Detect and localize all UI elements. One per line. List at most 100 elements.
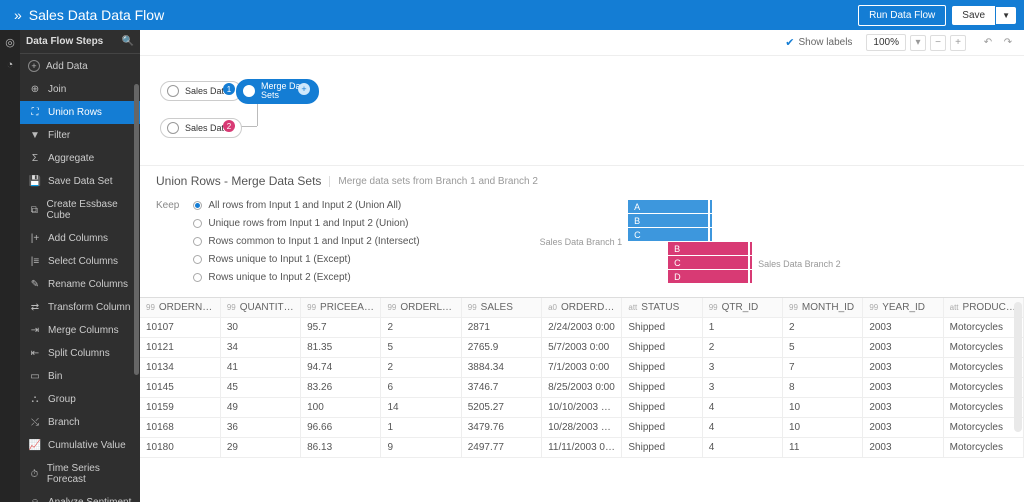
sidebar-item-time-series-forecast[interactable]: ⏱Time Series Forecast: [20, 457, 140, 491]
viz-bar: C: [628, 228, 708, 241]
cell: Shipped: [622, 438, 702, 458]
sidebar-item-cumulative-value[interactable]: 📈Cumulative Value: [20, 434, 140, 457]
sidebar-item-join[interactable]: ⊕Join: [20, 78, 140, 101]
column-header[interactable]: 99YEAR_ID: [863, 298, 943, 318]
sidebar-item-save-data-set[interactable]: 💾Save Data Set: [20, 170, 140, 193]
sidebar-item-group[interactable]: ⛬Group: [20, 388, 140, 411]
cell: 7/1/2003 0:00: [542, 358, 622, 378]
sidebar: Data Flow Steps 🔍 +Add Data⊕Join ⛶ Union R…: [20, 30, 140, 502]
keep-option-4[interactable]: Rows unique to Input 2 (Except): [193, 272, 419, 283]
sidebar-item-bin[interactable]: ▭Bin: [20, 365, 140, 388]
keep-option-0[interactable]: All rows from Input 1 and Input 2 (Union…: [193, 200, 419, 211]
cell: 2003: [863, 338, 943, 358]
check-icon: ✔: [785, 36, 794, 49]
sidebar-item-create-essbase-cube[interactable]: ⧉Create Essbase Cube: [20, 193, 140, 227]
keep-option-2[interactable]: Rows common to Input 1 and Input 2 (Inte…: [193, 236, 419, 247]
cell: Motorcycles: [943, 318, 1023, 338]
type-icon: a0: [548, 303, 557, 312]
table-row[interactable]: 101213481.3552765.95/7/2003 0:00Shipped2…: [140, 338, 1024, 358]
save-dropdown-button[interactable]: ▼: [996, 7, 1016, 24]
cell: 10/10/2003 0:00: [542, 398, 622, 418]
cell: Shipped: [622, 398, 702, 418]
zoom-level[interactable]: 100%: [866, 34, 906, 51]
keep-option-label: Rows common to Input 1 and Input 2 (Inte…: [208, 236, 419, 247]
add-step-badge[interactable]: +: [298, 83, 310, 95]
column-header[interactable]: 99ORDERNUMBER: [140, 298, 220, 318]
search-icon[interactable]: 🔍: [122, 36, 134, 47]
column-header[interactable]: 99ORDERLINENUMBER: [381, 298, 461, 318]
sidebar-item-rename-columns[interactable]: ✎ Rename Columns: [20, 273, 140, 296]
cell: 96.66: [301, 418, 381, 438]
table-row[interactable]: 101073095.7228712/24/2003 0:00Shipped122…: [140, 318, 1024, 338]
type-icon: att: [950, 303, 959, 312]
keep-option-1[interactable]: Unique rows from Input 1 and Input 2 (Un…: [193, 218, 419, 229]
cell: 10: [783, 398, 863, 418]
sidebar-item-branch[interactable]: ⤯Branch: [20, 411, 140, 434]
flow-canvas[interactable]: Sales Dat… 1 Sales Dat… 2 Merge Da…Sets …: [140, 56, 1024, 166]
results-table: 99ORDERNUMBER99QUANTITYORDERED99PRICEEAC…: [140, 297, 1024, 502]
sidebar-item-label: Merge Columns: [48, 325, 119, 336]
sidebar-scrollbar[interactable]: [134, 84, 139, 500]
rail-item-1[interactable]: ◎: [5, 36, 15, 49]
sidebar-item-split-columns[interactable]: ⇤Split Columns: [20, 342, 140, 365]
column-header[interactable]: 99SALES: [461, 298, 541, 318]
step-icon: ✎: [28, 279, 42, 290]
sidebar-item-filter[interactable]: ▼Filter: [20, 124, 140, 147]
viz-bar: B: [668, 242, 748, 255]
sidebar-item-label: Split Columns: [48, 348, 110, 359]
zoom-dropdown-button[interactable]: ▾: [910, 35, 926, 51]
sidebar-item-add-columns[interactable]: |+Add Columns: [20, 227, 140, 250]
table-row[interactable]: 101454583.2663746.78/25/2003 0:00Shipped…: [140, 378, 1024, 398]
column-header[interactable]: 99MONTH_ID: [783, 298, 863, 318]
cell: 5: [381, 338, 461, 358]
sidebar-item-label: Add Data: [46, 61, 88, 72]
cell: 6: [381, 378, 461, 398]
sidebar-heading: Data Flow Steps 🔍: [20, 30, 140, 54]
sidebar-item-label: Rename Columns: [48, 279, 128, 290]
table-row[interactable]: 101802986.1392497.7711/11/2003 0:00Shipp…: [140, 438, 1024, 458]
rail-item-2[interactable]: ◔: [7, 59, 14, 71]
column-header[interactable]: attSTATUS: [622, 298, 702, 318]
step-icon: ⛶: [28, 107, 42, 118]
column-header[interactable]: a0ORDERDATE: [542, 298, 622, 318]
zoom-out-button[interactable]: −: [930, 35, 946, 51]
breadcrumb-chevrons-icon[interactable]: »: [8, 7, 25, 23]
sidebar-item-union-rows[interactable]: ⛶ Union Rows: [20, 101, 140, 124]
column-header[interactable]: attPRODUCTLINE: [943, 298, 1023, 318]
cell: 2765.9: [461, 338, 541, 358]
keep-option-3[interactable]: Rows unique to Input 1 (Except): [193, 254, 419, 265]
cell: 81.35: [301, 338, 381, 358]
table-scrollbar[interactable]: [1014, 302, 1022, 432]
save-button[interactable]: Save: [952, 6, 995, 25]
zoom-in-button[interactable]: +: [950, 35, 966, 51]
cell: 2497.77: [461, 438, 541, 458]
sidebar-item-aggregate[interactable]: ΣAggregate: [20, 147, 140, 170]
cell: 2003: [863, 318, 943, 338]
sidebar-item-analyze-sentiment[interactable]: ☺Analyze Sentiment: [20, 491, 140, 502]
cell: 2003: [863, 358, 943, 378]
sidebar-item-transform-column[interactable]: ⇄Transform Column: [20, 296, 140, 319]
sidebar-item-label: Filter: [48, 130, 70, 141]
column-header[interactable]: 99PRICEEACH: [301, 298, 381, 318]
sidebar-item-label: Branch: [48, 417, 80, 428]
sidebar-item-select-columns[interactable]: |≡Select Columns: [20, 250, 140, 273]
cell: 2003: [863, 398, 943, 418]
redo-button[interactable]: ↷: [1000, 35, 1016, 51]
sidebar-add-data[interactable]: +Add Data: [20, 54, 140, 78]
cell: 3479.76: [461, 418, 541, 438]
table-row[interactable]: 101683696.6613479.7610/28/2003 0:00Shipp…: [140, 418, 1024, 438]
keep-option-label: Rows unique to Input 2 (Except): [208, 272, 350, 283]
column-header[interactable]: 99QTR_ID: [702, 298, 782, 318]
cell: 3: [702, 378, 782, 398]
sidebar-item-merge-columns[interactable]: ⇥Merge Columns: [20, 319, 140, 342]
show-labels-toggle[interactable]: Show labels: [799, 37, 853, 48]
step-icon: ▭: [28, 371, 42, 382]
table-row[interactable]: 1015949100145205.2710/10/2003 0:00Shippe…: [140, 398, 1024, 418]
undo-button[interactable]: ↶: [980, 35, 996, 51]
table-row[interactable]: 101344194.7423884.347/1/2003 0:00Shipped…: [140, 358, 1024, 378]
viz-bar: A: [628, 200, 708, 213]
cell: 11/11/2003 0:00: [542, 438, 622, 458]
run-data-flow-button[interactable]: Run Data Flow: [858, 5, 946, 26]
column-header[interactable]: 99QUANTITYORDERED: [220, 298, 300, 318]
sidebar-item-label: Union Rows: [48, 107, 102, 118]
